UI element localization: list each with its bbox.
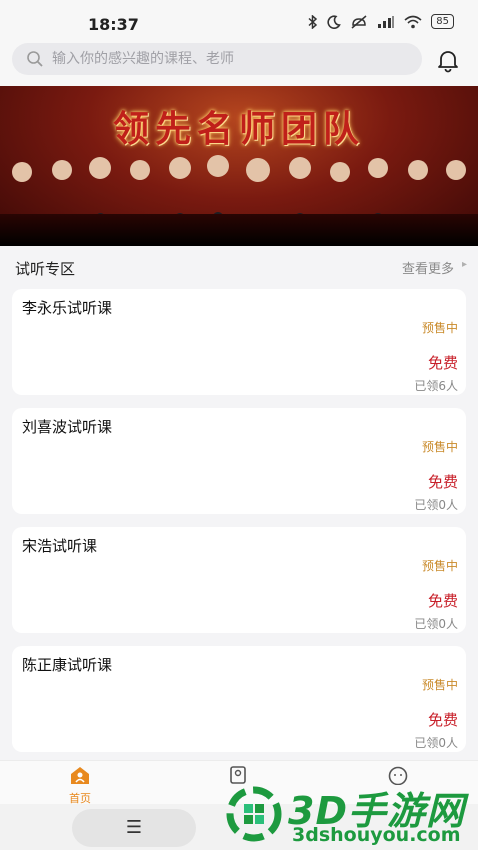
battery-icon: 85 xyxy=(431,14,454,29)
menu-icon: ☰ xyxy=(125,817,143,838)
claimed-count: 已领0人 xyxy=(414,498,458,512)
course-title: 李永乐试听课 xyxy=(22,299,113,317)
course-title: 宋浩试听课 xyxy=(22,537,98,555)
presale-badge: 预售中 xyxy=(421,440,458,454)
tab-home[interactable]: 首页 xyxy=(50,765,110,806)
menu-button[interactable]: ☰ xyxy=(72,809,196,847)
search-input[interactable] xyxy=(52,43,412,75)
presale-badge: 预售中 xyxy=(421,321,458,335)
search-icon xyxy=(27,51,43,67)
search-header xyxy=(0,40,478,86)
course-price: 免费 xyxy=(427,592,458,610)
course-card[interactable]: 李永乐试听课 预售中 免费 已领6人 xyxy=(12,289,466,395)
course-price: 免费 xyxy=(427,473,458,491)
status-icons: 85 xyxy=(307,14,454,29)
watermark-url: 3dshouyou.com xyxy=(292,824,461,846)
banner-footer-strip xyxy=(0,214,478,246)
watermark-logo-icon xyxy=(226,786,282,842)
view-more-link[interactable]: 查看更多 xyxy=(402,258,454,277)
mute-icon xyxy=(351,14,367,29)
moon-icon xyxy=(327,14,342,29)
signal-icon xyxy=(378,15,395,28)
home-icon xyxy=(71,767,89,784)
trial-section-header: 试听专区 查看更多 ▸ xyxy=(0,246,478,286)
course-card[interactable]: 宋浩试听课 预售中 免费 已领0人 xyxy=(12,527,466,633)
course-price: 免费 xyxy=(427,711,458,729)
bluetooth-icon xyxy=(308,14,318,29)
search-bar[interactable] xyxy=(12,43,422,75)
presale-badge: 预售中 xyxy=(421,678,458,692)
status-bar: 18:37 85 xyxy=(0,0,478,40)
course-card[interactable]: 刘喜波试听课 预售中 免费 已领0人 xyxy=(12,408,466,514)
section-title: 试听专区 xyxy=(15,260,76,278)
status-time: 18:37 xyxy=(88,15,139,34)
promo-banner[interactable]: 领先名师团队 xyxy=(0,86,478,246)
claimed-count: 已领0人 xyxy=(414,617,458,631)
course-title: 刘喜波试听课 xyxy=(22,418,113,436)
site-watermark: 3D手游网 3dshouyou.com xyxy=(222,782,472,848)
course-price: 免费 xyxy=(427,354,458,372)
presale-badge: 预售中 xyxy=(421,559,458,573)
banner-title: 领先名师团队 xyxy=(112,108,365,150)
chevron-right-icon: ▸ xyxy=(461,259,467,270)
course-card[interactable]: 陈正康试听课 预售中 免费 已领0人 xyxy=(12,646,466,752)
claimed-count: 已领0人 xyxy=(414,736,458,750)
bell-icon[interactable] xyxy=(434,46,462,74)
wifi-icon xyxy=(404,15,422,28)
course-title: 陈正康试听课 xyxy=(22,656,113,674)
claimed-count: 已领6人 xyxy=(414,379,458,393)
